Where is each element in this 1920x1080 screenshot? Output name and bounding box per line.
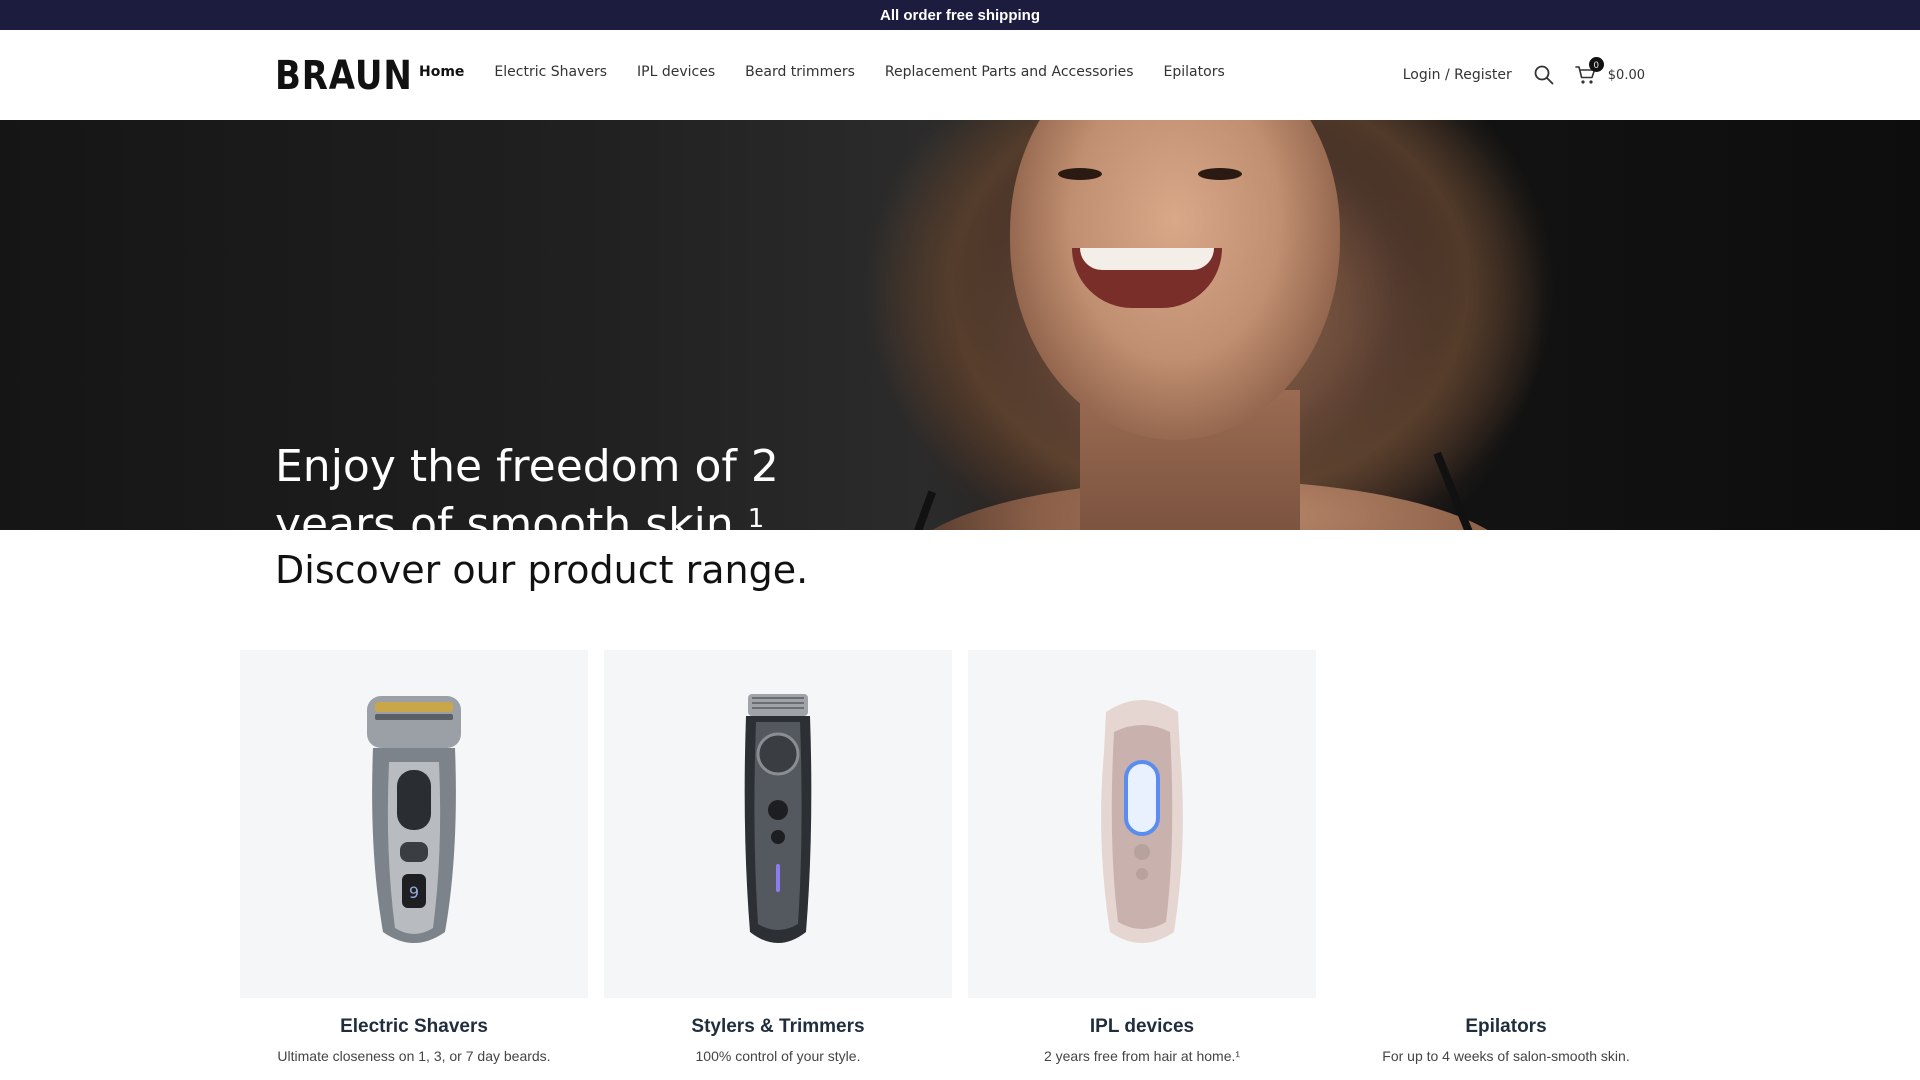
card-description: Ultimate closeness on 1, 3, or 7 day bea… — [277, 1048, 551, 1064]
product-card-ipl-devices[interactable]: IPL devices 2 years free from hair at ho… — [968, 650, 1316, 1064]
card-description: 100% control of your style. — [695, 1048, 861, 1064]
hero-title-text: Enjoy the freedom of 2 years of smooth s… — [275, 441, 779, 530]
styler-trimmer-image[interactable] — [604, 650, 952, 998]
nav-home[interactable]: Home — [419, 64, 464, 80]
card-description: For up to 4 weeks of salon-smooth skin. — [1382, 1048, 1630, 1064]
nav-electric-shavers[interactable]: Electric Shavers — [494, 64, 607, 80]
header-actions: Login / Register 0 $0.00 — [1403, 57, 1645, 92]
cart-button[interactable]: 0 $0.00 — [1574, 57, 1645, 87]
nav-beard-trimmers[interactable]: Beard trimmers — [745, 64, 855, 80]
electric-shaver-image[interactable]: 9 — [240, 650, 588, 998]
search-icon[interactable] — [1532, 63, 1556, 87]
product-card-epilators[interactable]: Epilators For up to 4 weeks of salon-smo… — [1332, 650, 1680, 1064]
nav-replacement-parts[interactable]: Replacement Parts and Accessories — [885, 64, 1134, 80]
ipl-device-image[interactable] — [968, 650, 1316, 998]
nav-ipl-devices[interactable]: IPL devices — [637, 64, 715, 80]
hero-title-footnote: 1 — [747, 504, 765, 530]
product-card-stylers-trimmers[interactable]: Stylers & Trimmers 100% control of your … — [604, 650, 952, 1064]
hero-banner: Enjoy the freedom of 2 years of smooth s… — [0, 120, 1920, 530]
product-cards: 9 Electric Shavers Ultimate closeness on… — [240, 650, 1696, 1064]
nav-epilators[interactable]: Epilators — [1164, 64, 1225, 80]
product-card-electric-shavers[interactable]: 9 Electric Shavers Ultimate closeness on… — [240, 650, 588, 1064]
login-register-link[interactable]: Login / Register — [1403, 67, 1512, 83]
hero-image-eye — [1198, 168, 1242, 180]
main-nav: Home Electric Shavers IPL devices Beard … — [419, 64, 1255, 80]
announcement-text: All order free shipping — [879, 6, 1041, 24]
svg-text:9: 9 — [409, 883, 419, 902]
announcement-bar: All order free shipping — [0, 0, 1920, 30]
card-description: 2 years free from hair at home.¹ — [1043, 1048, 1241, 1064]
card-title[interactable]: IPL devices — [968, 1016, 1316, 1038]
hero-title: Enjoy the freedom of 2 years of smooth s… — [275, 438, 795, 530]
product-range-title: Discover our product range. — [275, 548, 809, 592]
card-title[interactable]: Electric Shavers — [240, 1016, 588, 1038]
hero-image-eye — [1058, 168, 1102, 180]
card-title[interactable]: Epilators — [1332, 1016, 1680, 1038]
brand-logo[interactable]: BRAUN — [275, 56, 413, 96]
site-header: BRAUN Home Electric Shavers IPL devices … — [0, 30, 1920, 120]
cart-total: $0.00 — [1607, 67, 1645, 83]
card-title[interactable]: Stylers & Trimmers — [604, 1016, 952, 1038]
cart-count-badge: 0 — [1588, 57, 1604, 72]
epilator-image[interactable] — [1332, 650, 1680, 998]
